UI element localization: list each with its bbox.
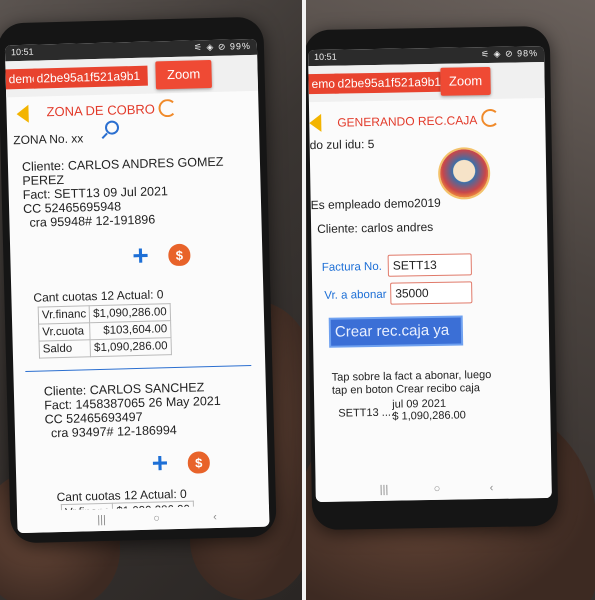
cuotas-info: Cant cuotas 12 Actual: 0: [33, 287, 164, 305]
page-title: ZONA DE COBRO: [46, 101, 156, 120]
create-receipt-button[interactable]: Crear rec.caja ya: [330, 317, 462, 346]
home-icon[interactable]: ○: [153, 512, 160, 524]
money-bag-icon[interactable]: $: [168, 243, 191, 267]
refresh-icon[interactable]: [481, 108, 500, 128]
nav-bar: ||| ○ ‹: [17, 504, 270, 534]
instructions-cont: tap en boton Crear recibo caja: [331, 382, 481, 397]
client-address: cra 95948# 12-191896: [29, 212, 156, 230]
right-photo: 10:51 ⚟ ◈ ⊘ 98% emo d2be95a1f521a9b1 Zoo…: [306, 0, 595, 600]
employee-label: Es empleado demo2019: [310, 195, 441, 213]
zoom-button[interactable]: Zoom: [440, 66, 491, 96]
row-value: $1,090,286.00: [90, 337, 172, 357]
zoom-button[interactable]: Zoom: [155, 59, 212, 90]
client-label: Cliente: carlos andres: [317, 219, 434, 236]
money-bag-icon[interactable]: $: [187, 451, 211, 474]
refresh-icon[interactable]: [158, 98, 177, 118]
divider-line: [25, 365, 252, 372]
header-info: do zul idu: 5: [309, 136, 375, 153]
factura-input[interactable]: SETT13: [387, 253, 472, 277]
back-nav-icon[interactable]: ‹: [490, 482, 494, 494]
invoice-amount: $ 1,090,286.00: [392, 409, 466, 423]
recent-apps-icon[interactable]: |||: [97, 514, 106, 526]
device-code: d2be95a1f521a9b1: [334, 71, 441, 94]
add-icon[interactable]: +: [132, 240, 149, 271]
screen-right: 10:51 ⚟ ◈ ⊘ 98% emo d2be95a1f521a9b1 Zoo…: [308, 45, 552, 503]
recent-apps-icon[interactable]: |||: [380, 484, 389, 496]
values-table: Vr.financ $1,090,286.00 Vr.cuota $103,604.…: [38, 303, 172, 359]
status-icons: ⚟ ◈ ⊘ 98%: [480, 48, 539, 60]
abonar-input[interactable]: 35000: [390, 281, 473, 305]
back-arrow-icon[interactable]: [16, 104, 29, 124]
back-nav-icon[interactable]: ‹: [213, 511, 217, 523]
screen-left: 10:51 ⚟ ◈ ⊘ 99% demo d2be95a1f521a9b1 Zo…: [4, 38, 270, 534]
employee-avatar: [439, 148, 489, 198]
table-row: Saldo $1,090,286.00: [39, 337, 172, 359]
invoice-date: jul 09 2021: [392, 397, 447, 411]
app-bar: demo d2be95a1f521a9b1 Zoom: [5, 54, 259, 98]
nav-bar: ||| ○ ‹: [315, 475, 552, 503]
status-time: 10:51: [314, 51, 337, 63]
page-title: GENERANDO REC.CAJA: [337, 113, 478, 130]
status-icons: ⚟ ◈ ⊘ 99%: [193, 40, 252, 53]
row-value: $103,604.00: [89, 320, 171, 340]
client-name-cont: PEREZ: [22, 172, 65, 188]
device-code: d2be95a1f521a9b1: [33, 65, 148, 89]
client-name: Cliente: CARLOS ANDRES GOMEZ: [21, 154, 224, 174]
phone-right: 10:51 ⚟ ◈ ⊘ 98% emo d2be95a1f521a9b1 Zoo…: [306, 25, 559, 531]
zone-label: ZONA No. xx: [13, 131, 84, 148]
row-value: $1,090,286.00: [89, 303, 171, 323]
row-label: Vr.financ: [38, 305, 90, 325]
add-icon[interactable]: +: [151, 447, 168, 478]
abonar-label: Vr. a abonar: [324, 288, 387, 302]
back-arrow-icon[interactable]: [309, 113, 322, 133]
home-icon[interactable]: ○: [434, 483, 441, 495]
invoice-code: SETT13 ....: [338, 406, 395, 420]
status-time: 10:51: [10, 46, 34, 58]
search-icon-handle: [101, 132, 108, 140]
client-address: cra 93497# 12-186994: [50, 423, 177, 441]
row-label: Vr.cuota: [38, 322, 91, 342]
left-photo: 10:51 ⚟ ◈ ⊘ 99% demo d2be95a1f521a9b1 Zo…: [0, 0, 302, 600]
row-label: Saldo: [39, 339, 91, 359]
app-bar: emo d2be95a1f521a9b1 Zoom: [308, 61, 545, 103]
factura-label: Factura No.: [321, 260, 382, 274]
phone-left: 10:51 ⚟ ◈ ⊘ 99% demo d2be95a1f521a9b1 Zo…: [0, 16, 277, 544]
